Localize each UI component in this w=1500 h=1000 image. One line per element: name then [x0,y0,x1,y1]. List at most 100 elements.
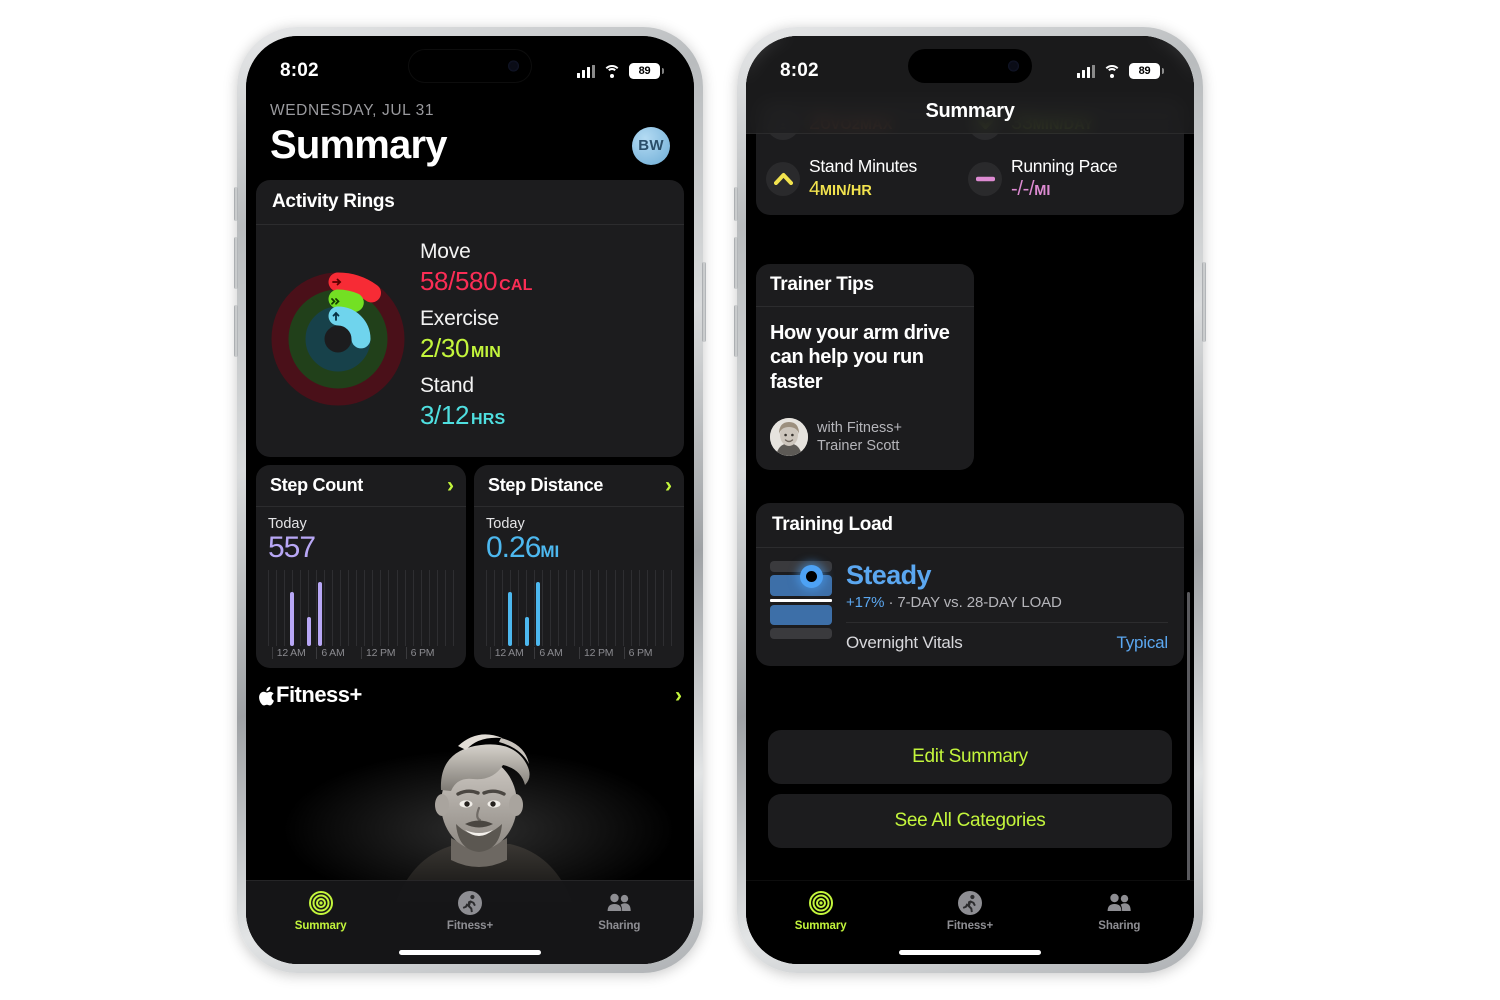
power-button[interactable] [702,262,706,342]
training-load-title: Training Load [772,514,893,535]
chart-bar [318,582,323,647]
trainer-attribution: with Fitness+ Trainer Scott [756,406,974,470]
metric-exercise-value: 2/30 MIN [420,332,666,365]
phone-right: 8:02 89 Summary Stand Minutes 4MIN/HR Ru… [734,27,1206,973]
phone-left-screen: 8:02 89 WEDNESDAY, JUL 31 Summary BW Act… [246,36,694,964]
step-distance-card[interactable]: Step Distance › Today 0.26MI 12 AM 6 AM … [474,465,684,669]
edit-summary-button[interactable]: Edit Summary [768,730,1172,784]
action-button[interactable] [234,187,238,221]
metric-stand-number: 3/12 [420,399,470,430]
volume-up-button[interactable] [234,237,238,289]
battery-icon: 89 [629,63,664,79]
home-indicator[interactable] [899,950,1041,955]
battery-level: 89 [1138,65,1151,77]
training-load-comparison: · 7-DAY vs. 28-DAY LOAD [884,593,1062,611]
page-title: Summary [270,123,448,167]
metric-stand: Stand 3/12 HRS [420,373,666,432]
step-cards-row: Step Count › Today 557 12 AM 6 AM 12 PM … [256,465,684,669]
step-distance-title: Step Distance [488,475,604,496]
chevron-right-icon[interactable]: › [665,475,672,496]
nav-title: Summary [925,100,1015,122]
step-count-bars [268,570,454,647]
x-axis-tick: 12 AM [489,647,524,660]
scrollbar[interactable] [1187,592,1190,892]
step-count-title: Step Count [270,475,363,496]
gauge-marker [800,565,823,588]
volume-up-button[interactable] [734,237,738,289]
metric-move-unit: CAL [499,277,533,295]
step-distance-period: Today [486,516,525,533]
chevron-right-icon[interactable]: › [675,685,682,706]
home-indicator[interactable] [399,950,541,955]
status-time: 8:02 [280,60,319,81]
trainer-tips-card[interactable]: Trainer Tips How your arm drive can help… [756,264,974,471]
trends-row-2: Stand Minutes 4MIN/HR Running Pace -/-/M… [766,152,1170,205]
activity-rings-card-header: Activity Rings [256,180,684,225]
tab-sharing[interactable]: Sharing [545,890,694,932]
current-date: WEDNESDAY, JUL 31 [270,102,435,119]
training-load-change: +17% [846,593,885,611]
activity-rings-card[interactable]: Activity Rings Move 58/580 CAL Exercise … [256,180,684,458]
dynamic-island [408,49,532,83]
trend-pace-label: Running Pace [1011,156,1118,176]
training-load-card[interactable]: Training Load Steady +17% · 7-DAY vs. 28… [756,503,1184,666]
tab-summary-label: Summary [294,920,347,932]
action-button[interactable] [734,187,738,221]
see-all-categories-button[interactable]: See All Categories [768,794,1172,848]
cellular-icon [577,64,595,78]
step-count-number: 557 [268,531,316,565]
tab-fitness-plus[interactable]: Fitness+ [895,890,1044,932]
cellular-icon [1077,64,1095,78]
people-icon [1107,893,1132,911]
status-bar-left: 8:02 89 [246,36,694,90]
nav-bar-right: 8:02 89 Summary [746,36,1194,134]
volume-down-button[interactable] [734,305,738,357]
chart-bar [536,582,541,647]
avatar[interactable]: BW [632,126,670,165]
metric-exercise-unit: MIN [471,344,501,361]
fitness-plus-row[interactable]: Fitness+ › [256,682,684,708]
tab-fitness-plus-label: Fitness+ [946,920,994,932]
phone-left: 8:02 89 WEDNESDAY, JUL 31 Summary BW Act… [234,27,706,973]
tab-bar-right: Summary Fitness+ Sharing [746,880,1194,964]
trend-stand-label: Stand Minutes [809,156,917,176]
metric-stand-label: Stand [420,373,474,397]
fitness-plus-label: Fitness+ [276,682,362,708]
step-count-card[interactable]: Step Count › Today 557 12 AM 6 AM 12 PM … [256,465,466,669]
step-distance-value: 0.26MI [486,531,672,564]
tab-summary[interactable]: Summary [246,890,395,932]
trend-running-pace: Running Pace -/-/MI [968,152,1170,205]
x-axis-tick: 12 AM [271,647,306,660]
x-axis-tick: 12 PM [361,647,396,660]
metric-move-number: 58/580 [420,266,498,297]
fitness-plus-hero-image[interactable] [246,712,694,903]
metric-move-value: 58/580 CAL [420,265,666,298]
step-distance-xaxis: 12 AM 6 AM 12 PM 6 PM [486,647,672,662]
see-all-categories-label: See All Categories [894,810,1046,831]
tab-fitness-plus-label: Fitness+ [446,920,494,932]
chevron-right-icon[interactable]: › [447,475,454,496]
volume-down-button[interactable] [234,305,238,357]
battery-icon: 89 [1129,63,1164,79]
people-icon [607,893,632,911]
trend-stand-value: 4MIN/HR [809,178,872,200]
apple-logo-icon [258,684,275,707]
trend-stand-minutes: Stand Minutes 4MIN/HR [766,152,968,205]
metric-move-label: Move [420,240,471,263]
metric-move: Move 58/580 CAL [420,239,666,298]
tab-summary[interactable]: Summary [746,890,895,932]
power-button[interactable] [1202,262,1206,342]
activity-metrics-list: Move 58/580 CAL Exercise 2/30 MIN Stand … [416,239,666,439]
step-distance-number: 0.26 [486,531,541,565]
tab-sharing[interactable]: Sharing [1045,890,1194,932]
x-axis-tick: 6 PM [623,647,653,660]
step-distance-bars [486,570,672,647]
tab-fitness-plus[interactable]: Fitness+ [395,890,544,932]
tab-sharing-label: Sharing [1098,920,1141,932]
running-person-icon [457,891,482,915]
overnight-vitals-row[interactable]: Overnight Vitals Typical [846,623,1168,666]
avatar-initials: BW [638,137,664,154]
metric-exercise-label: Exercise [420,306,499,330]
tab-summary-label: Summary [794,920,847,932]
chart-bar [307,617,312,647]
